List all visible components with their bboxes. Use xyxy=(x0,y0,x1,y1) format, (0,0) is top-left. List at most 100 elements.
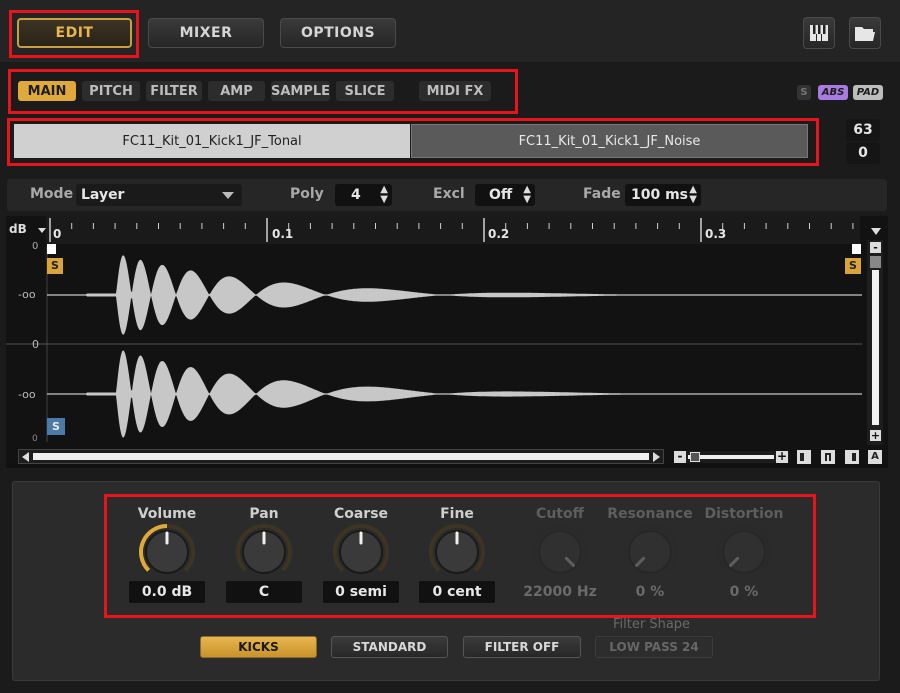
ruler-ticks xyxy=(49,218,854,242)
preset-filter-off-button[interactable]: FILTER OFF xyxy=(463,636,581,658)
top-bar xyxy=(0,0,900,62)
scroll-left-icon[interactable] xyxy=(22,452,29,462)
poly-label: Poly xyxy=(290,186,324,202)
zoom-center-icon[interactable] xyxy=(821,450,835,464)
knob-label-resonance: Resonance xyxy=(607,506,693,522)
poly-value: 4 xyxy=(351,187,361,203)
mixer-button[interactable]: MIXER xyxy=(148,18,264,48)
layer-noise[interactable]: FC11_Kit_01_Kick1_JF_Noise xyxy=(411,124,808,158)
start-marker-handle[interactable] xyxy=(47,244,56,254)
zoom-slider[interactable]: - + xyxy=(674,450,789,463)
knob-value-coarse[interactable]: 0 semi xyxy=(323,581,399,603)
knob-resonance[interactable] xyxy=(621,523,679,581)
end-marker-handle[interactable] xyxy=(852,244,861,254)
knob-pan[interactable] xyxy=(235,523,293,581)
zoom-slider-thumb[interactable] xyxy=(690,452,700,462)
edit-button[interactable]: EDIT xyxy=(17,18,132,48)
knob-value-volume[interactable]: 0.0 dB xyxy=(129,581,205,603)
knob-label-cutoff: Cutoff xyxy=(536,506,584,522)
preset-standard-button[interactable]: STANDARD xyxy=(331,636,448,658)
stepper-arrows-icon: ▲ ▼ xyxy=(523,184,531,205)
db-tick-0: 0 xyxy=(32,241,39,252)
ruler-label-2: 0.2 xyxy=(488,227,510,241)
zoom-in-button[interactable]: + xyxy=(776,450,788,463)
fade-value: 100 ms xyxy=(631,187,689,203)
zoom-in-v-icon[interactable]: - xyxy=(870,242,881,253)
db-tick-4: 0 xyxy=(32,434,38,444)
fade-label: Fade xyxy=(583,186,621,202)
vertical-scroll-thumb[interactable] xyxy=(870,256,881,268)
knob-value-resonance[interactable]: 0 % xyxy=(608,581,692,603)
pad-tag[interactable]: PAD xyxy=(853,85,883,100)
poly-stepper[interactable]: 4 ▲ ▼ xyxy=(335,184,392,206)
knob-value-fine[interactable]: 0 cent xyxy=(419,581,495,603)
knob-coarse[interactable] xyxy=(332,523,390,581)
tab-amp[interactable]: AMP xyxy=(208,81,265,101)
piano-keys-icon[interactable] xyxy=(803,17,835,49)
zoom-right-icon[interactable] xyxy=(845,450,859,464)
zoom-out-button[interactable]: - xyxy=(674,450,686,463)
horizontal-scroll-track[interactable] xyxy=(33,453,649,460)
stepper-arrows-icon: ▲ ▼ xyxy=(380,184,388,205)
tab-filter[interactable]: FILTER xyxy=(146,81,202,101)
ruler-label-3: 0.3 xyxy=(705,227,727,241)
knob-volume[interactable] xyxy=(138,523,196,581)
knob-label-distortion: Distortion xyxy=(704,506,784,522)
tab-pitch[interactable]: PITCH xyxy=(82,81,140,101)
preset-low-pass-24-button[interactable]: LOW PASS 24 xyxy=(595,636,713,658)
mode-select[interactable]: Layer xyxy=(76,184,242,206)
excl-label: Excl xyxy=(433,186,465,202)
waveform-channel-left xyxy=(47,255,862,335)
db-tick-3: -oo xyxy=(18,388,36,401)
end-marker[interactable]: S xyxy=(845,258,861,274)
fade-stepper[interactable]: 100 ms ▲ ▼ xyxy=(625,184,701,206)
knob-value-cutoff[interactable]: 22000 Hz xyxy=(518,581,602,603)
knob-label-coarse: Coarse xyxy=(333,506,389,522)
knob-label-fine: Fine xyxy=(440,506,474,522)
view-buttons: A xyxy=(797,450,885,464)
solo-tag[interactable]: S xyxy=(797,85,811,100)
knob-distortion[interactable] xyxy=(715,523,773,581)
layer-tonal[interactable]: FC11_Kit_01_Kick1_JF_Tonal xyxy=(14,124,410,158)
vertical-scrollbar[interactable]: - + xyxy=(867,228,883,445)
db-tick-2: 0 xyxy=(32,338,39,351)
knob-label-pan: Pan xyxy=(249,506,279,522)
scroll-up-icon[interactable] xyxy=(871,228,881,235)
start-marker[interactable]: S xyxy=(47,258,63,274)
autozoom-icon[interactable]: A xyxy=(868,450,882,464)
waveform-channel-right xyxy=(47,350,862,438)
vertical-scroll-track[interactable] xyxy=(872,270,879,425)
knob-value-pan[interactable]: C xyxy=(226,581,302,603)
knob-value-distortion[interactable]: 0 % xyxy=(702,581,786,603)
zoom-out-v-icon[interactable]: + xyxy=(870,430,881,441)
chevron-down-icon xyxy=(222,192,234,199)
tab-main[interactable]: MAIN xyxy=(18,81,76,101)
scroll-right-icon[interactable] xyxy=(653,452,660,462)
excl-stepper[interactable]: Off ▲ ▼ xyxy=(475,184,535,206)
note-value[interactable]: 63 xyxy=(846,119,880,141)
db-tick-1: -oo xyxy=(18,288,36,301)
stepper-arrows-icon: ▲ ▼ xyxy=(689,184,697,205)
ruler-label-0: 0 xyxy=(53,227,62,241)
velocity-value[interactable]: 0 xyxy=(846,142,880,164)
tab-sample[interactable]: SAMPLE xyxy=(271,81,330,101)
loop-marker[interactable]: S xyxy=(47,418,65,435)
horizontal-scrollbar[interactable] xyxy=(18,449,664,464)
options-button[interactable]: OPTIONS xyxy=(280,18,396,48)
tab-slice[interactable]: SLICE xyxy=(336,81,394,101)
tab-midi-fx[interactable]: MIDI FX xyxy=(419,81,491,101)
ruler-label-1: 0.1 xyxy=(272,227,294,241)
abs-tag[interactable]: ABS xyxy=(818,85,848,100)
mode-value: Layer xyxy=(81,187,125,203)
zoom-slider-track[interactable] xyxy=(688,455,774,459)
waveform-svg[interactable] xyxy=(6,216,888,468)
knob-label-volume: Volume xyxy=(137,506,197,522)
preset-kicks-button[interactable]: KICKS xyxy=(200,636,317,658)
knob-cutoff[interactable] xyxy=(531,523,589,581)
excl-value: Off xyxy=(489,187,513,203)
knob-fine[interactable] xyxy=(428,523,486,581)
filter-shape-label: Filter Shape xyxy=(613,617,691,632)
zoom-left-icon[interactable] xyxy=(797,450,811,464)
folder-open-icon[interactable] xyxy=(849,17,881,49)
mode-label: Mode xyxy=(30,186,74,202)
